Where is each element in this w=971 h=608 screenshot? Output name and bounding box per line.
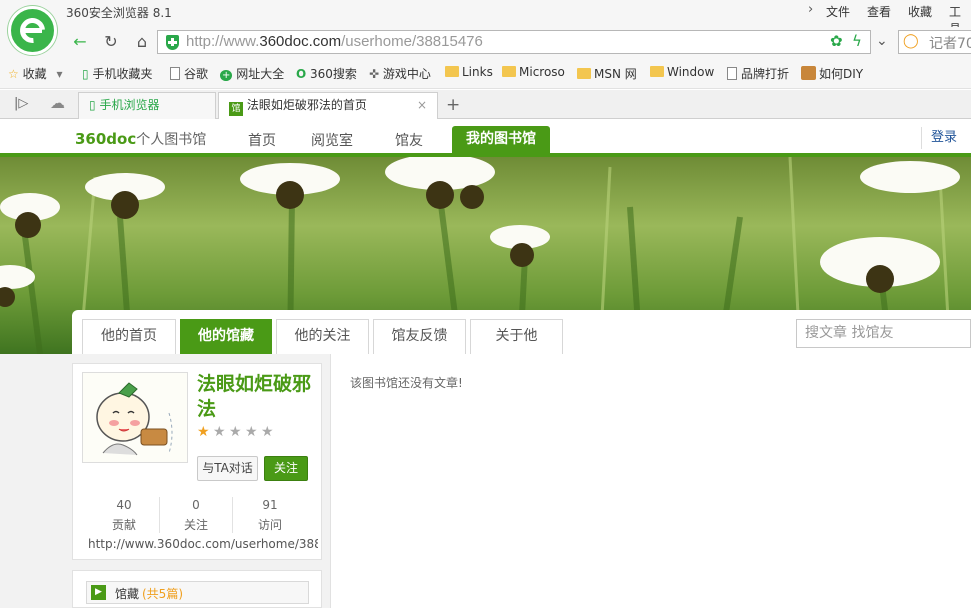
stat-visits-value: 91 [262,498,278,512]
url-text[interactable]: http://www.360doc.com/userhome/38815476 [186,33,483,50]
tab-his-following[interactable]: 他的关注 [276,319,369,354]
home-button[interactable]: ⌂ [130,31,154,53]
star-icon: ☆ [8,67,19,81]
sidebar-toggle-icon[interactable]: |▷ [14,96,28,111]
site-logo[interactable]: 360doc个人图书馆 [75,129,206,149]
collection-header[interactable]: ▶ 馆藏 (共5篇) [86,581,309,604]
chevron-down-icon[interactable]: ⌄ [876,33,888,49]
rating-star-empty-icon: ★ [229,424,242,440]
fav-item-brand[interactable]: 品牌打折 [727,65,789,82]
fav-item-collect[interactable]: ☆ 收藏 ▾ [8,65,62,82]
login-link[interactable]: 登录 [921,127,957,149]
nav-friends[interactable]: 馆友 [395,130,423,150]
tab-his-home[interactable]: 他的首页 [82,319,176,354]
plus-globe-icon: + [220,70,233,81]
chevron-right-icon[interactable]: › [808,2,813,17]
rating-star-empty-icon: ★ [245,424,258,440]
stat-contribution-label: 贡献 [111,518,136,532]
rating-star-empty-icon: ★ [213,424,226,440]
main-content [330,354,971,608]
folder-icon [650,66,664,77]
empty-message: 该图书馆还没有文章! [350,376,463,390]
page-icon [170,67,180,80]
follow-button[interactable]: 关注 [264,456,308,481]
refresh-button[interactable]: ↻ [99,31,123,53]
gamepad-icon: ✜ [369,67,380,81]
tab-mobile-browser[interactable]: ▯ 手机浏览器 [78,92,216,119]
folder-icon [577,68,591,79]
face-icon [801,66,816,80]
fav-item-mobile[interactable]: ▯ 手机收藏夹 [82,65,152,82]
menu-file[interactable]: 文件 [826,3,850,20]
recycle-icon[interactable]: ✿ [830,32,843,50]
folder-icon [502,66,516,77]
site-search-input[interactable]: 搜文章 找馆友 [796,319,971,348]
search-icon: ◯ [903,33,919,49]
browser-search-input[interactable]: ◯ 记者70 [898,30,971,54]
nav-reading-room[interactable]: 阅览室 [311,130,353,150]
collection-count: (共5篇) [142,587,183,601]
nav-home[interactable]: 首页 [248,130,276,150]
tab-about[interactable]: 关于他 [470,319,563,354]
browser-logo-icon[interactable] [8,6,57,55]
back-button[interactable]: ← [68,31,92,53]
play-arrow-icon: ▶ [91,585,106,600]
tab-his-collection[interactable]: 他的馆藏 [180,319,272,354]
shield-icon [166,35,179,50]
divider [232,497,233,533]
cloud-icon[interactable]: ☁ [50,94,65,112]
url-bar[interactable]: http://www.360doc.com/userhome/38815476 … [157,30,871,54]
app-title: 360安全浏览器 8.1 [66,6,172,20]
stat-following-label: 关注 [183,518,208,532]
close-tab-icon[interactable]: × [417,93,427,118]
new-tab-button[interactable]: + [446,95,460,115]
site-favicon-icon: 馆 [229,102,243,116]
fav-item-diy[interactable]: 如何DIY [801,65,863,82]
phone-icon: ▯ [89,98,96,112]
fav-item-games[interactable]: ✜ 游戏中心 [369,65,431,82]
tab-current-page[interactable]: 馆 法眼如炬破邪法的首页 × [218,92,438,120]
menu-favorites[interactable]: 收藏 [908,3,932,20]
dropdown-icon[interactable]: ▾ [56,67,62,81]
profile-url[interactable]: http://www.360doc.com/userhome/3881… [88,537,318,551]
stat-following-value: 0 [192,498,200,512]
rating-star-filled-icon: ★ [197,424,210,440]
fav-folder-msn[interactable]: MSN 网 [577,65,637,82]
fav-folder-windows[interactable]: Window [650,65,714,79]
fav-item-daquan[interactable]: + 网址大全 [220,65,284,82]
page-icon [727,67,737,80]
phone-icon: ▯ [82,67,89,81]
stat-visits-label: 访问 [257,518,282,532]
collection-title: 馆藏 [115,587,140,601]
fav-item-google[interactable]: 谷歌 [170,65,208,82]
chat-button[interactable]: 与TA对话 [197,456,258,481]
profile-name[interactable]: 法眼如炬破邪法 [197,372,317,422]
tab-feedback[interactable]: 馆友反馈 [373,319,466,354]
rating-star-empty-icon: ★ [261,424,274,440]
avatar[interactable] [82,372,188,463]
search-ring-icon: O [296,67,307,81]
divider [159,497,160,533]
fav-folder-microsoft[interactable]: Microso [502,65,565,79]
stat-contribution-value: 40 [116,498,132,512]
nav-my-library[interactable]: 我的图书馆 [452,126,550,154]
search-text: 记者70 [929,36,971,52]
fav-item-360search[interactable]: O 360搜索 [296,65,357,82]
lightning-icon[interactable]: ϟ [852,32,862,50]
folder-icon [445,66,459,77]
fav-folder-links[interactable]: Links [445,65,493,79]
menu-view[interactable]: 查看 [867,3,891,20]
